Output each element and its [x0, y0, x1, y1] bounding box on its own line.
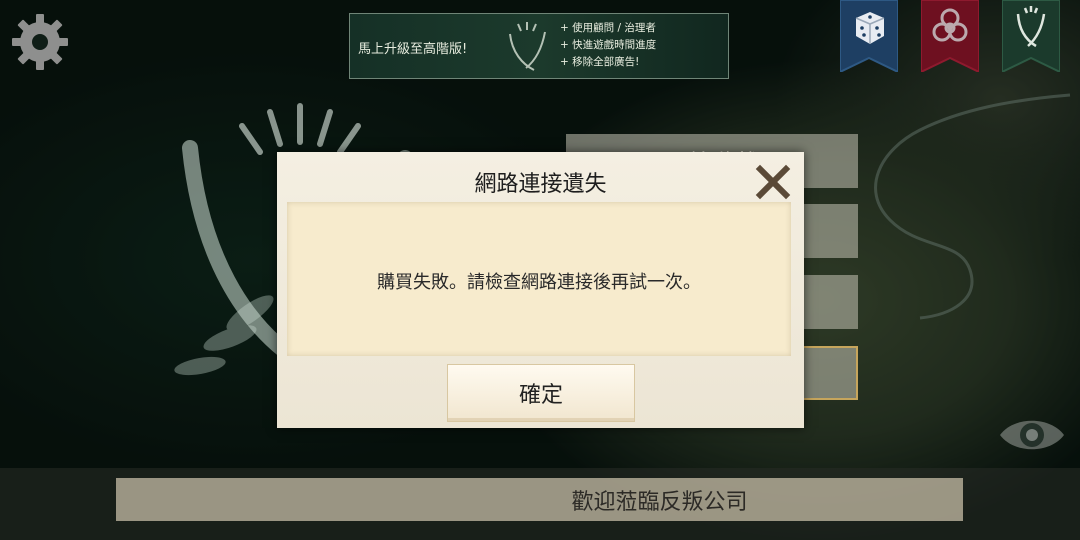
promo-feature-list: + 使用顧問 / 治理者 + 快進遊戲時間進度 + 移除全部廣告! — [560, 20, 656, 71]
welcome-banner: 歡迎蒞臨反叛公司 — [116, 478, 963, 521]
close-button[interactable] — [751, 160, 795, 204]
settings-gear-icon[interactable] — [10, 12, 70, 72]
laurel-flag-button[interactable] — [1001, 0, 1061, 74]
biohazard-icon — [920, 0, 980, 74]
ok-button[interactable]: 確定 — [447, 364, 635, 422]
network-error-dialog: 網路連接遺失 購買失敗。請檢查網路連接後再試一次。 確定 — [277, 152, 804, 428]
dialog-title: 網路連接遺失 — [474, 172, 607, 197]
promo-title: 馬上升級至高階版! — [358, 42, 468, 57]
dice-flag-button[interactable] — [839, 0, 899, 74]
dialog-message-box: 購買失敗。請檢查網路連接後再試一次。 — [287, 202, 791, 356]
promo-feature: + 移除全部廣告! — [560, 56, 640, 68]
dice-icon — [839, 0, 899, 74]
welcome-text: 歡迎蒞臨反叛公司 — [571, 489, 748, 515]
promo-feature: + 快進遊戲時間進度 — [560, 39, 657, 51]
dialog-message: 購買失敗。請檢查網路連接後再試一次。 — [377, 272, 701, 293]
laurel-icon — [1001, 0, 1061, 74]
biohazard-flag-button[interactable] — [920, 0, 980, 74]
promo-emblem-icon — [509, 22, 546, 71]
eye-icon[interactable] — [996, 410, 1068, 460]
promo-feature: + 使用顧問 / 治理者 — [560, 22, 656, 34]
premium-promo-banner[interactable]: 馬上升級至高階版! + 使用顧問 / 治理者 + 快進遊戲時間進度 + 移除全部… — [349, 13, 729, 79]
close-icon — [755, 164, 791, 200]
